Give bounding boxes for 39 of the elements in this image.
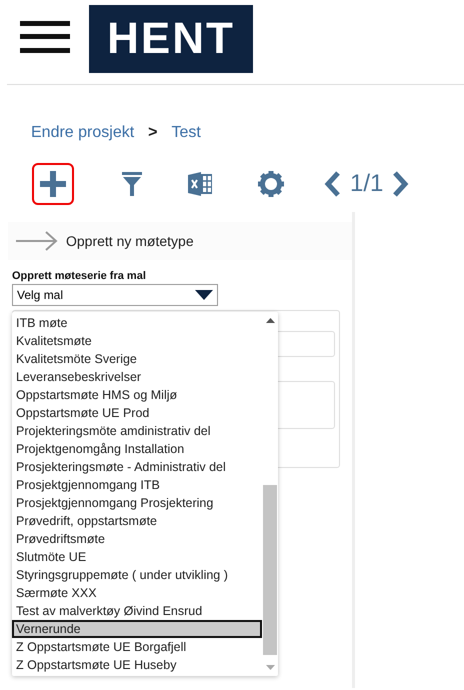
filter-icon[interactable] <box>122 172 142 196</box>
dropdown-option[interactable]: Kvalitetsmöte Sverige <box>12 350 262 368</box>
excel-icon[interactable] <box>188 172 212 196</box>
caret-icon <box>195 290 213 300</box>
settings-icon[interactable] <box>258 171 284 197</box>
dropdown-option[interactable]: Slutmöte UE <box>12 548 262 566</box>
breadcrumb-link[interactable]: Test <box>172 124 201 142</box>
breadcrumb-separator: > <box>148 124 158 142</box>
dropdown-option[interactable]: Oppstartsmøte UE Prod <box>12 404 262 422</box>
dropdown-option[interactable]: Test av malverktøy Øivind Ensrud <box>12 602 262 620</box>
dropdown-option[interactable]: Prøvedrift, oppstartsmøte <box>12 512 262 530</box>
dropdown-option[interactable]: Prøvedriftsmøte <box>12 530 262 548</box>
breadcrumb-link[interactable]: Endre prosjekt <box>31 124 134 142</box>
plus-icon <box>40 171 66 197</box>
dropdown-option[interactable]: ITB møte <box>12 314 262 332</box>
dropdown-option[interactable]: Prosjekteringsmøte - Administrativ del <box>12 458 262 476</box>
dropdown-option[interactable]: Prosjektgjennomgang Prosjektering <box>12 494 262 512</box>
create-link[interactable]: Opprett ny møtetype <box>66 233 194 249</box>
dropdown-option[interactable]: Projektgenomgång Installation <box>12 440 262 458</box>
dropdown-option[interactable]: Z Oppstartsmøte UE Huseby <box>12 656 262 674</box>
next-icon[interactable] <box>393 171 410 197</box>
dropdown-option[interactable]: Styringsgruppemøte ( under utvikling ) <box>12 566 262 584</box>
dropdown-option[interactable]: Projekteringsmöte amdinistrativ del <box>12 422 262 440</box>
dropdown-option[interactable]: Prosjektgjennomgang ITB <box>12 476 262 494</box>
template-dropdown[interactable]: Velg mal <box>12 284 218 306</box>
dropdown-option[interactable]: Z Oppstartsmøte UE Borgafjell <box>12 638 262 656</box>
scroll-up-icon[interactable] <box>266 318 274 323</box>
dropdown-option[interactable]: Kvalitetsmøte <box>12 332 262 350</box>
dropdown-option[interactable]: Vernerunde <box>12 620 262 638</box>
menu-icon[interactable] <box>20 21 70 53</box>
logo: HENT <box>89 5 253 73</box>
dropdown-option[interactable]: Særmøte XXX <box>12 584 262 602</box>
previous-icon[interactable] <box>324 171 340 197</box>
dropdown-option[interactable]: Leveransebeskrivelser <box>12 368 262 386</box>
dropdown-option[interactable]: Oppstartsmøte HMS og Miljø <box>12 386 262 404</box>
add-button[interactable] <box>32 163 74 205</box>
field-label: Opprett møteserie fra mal <box>12 270 147 282</box>
page-counter: 1/1 <box>350 170 384 198</box>
arrow-icon <box>16 231 58 251</box>
